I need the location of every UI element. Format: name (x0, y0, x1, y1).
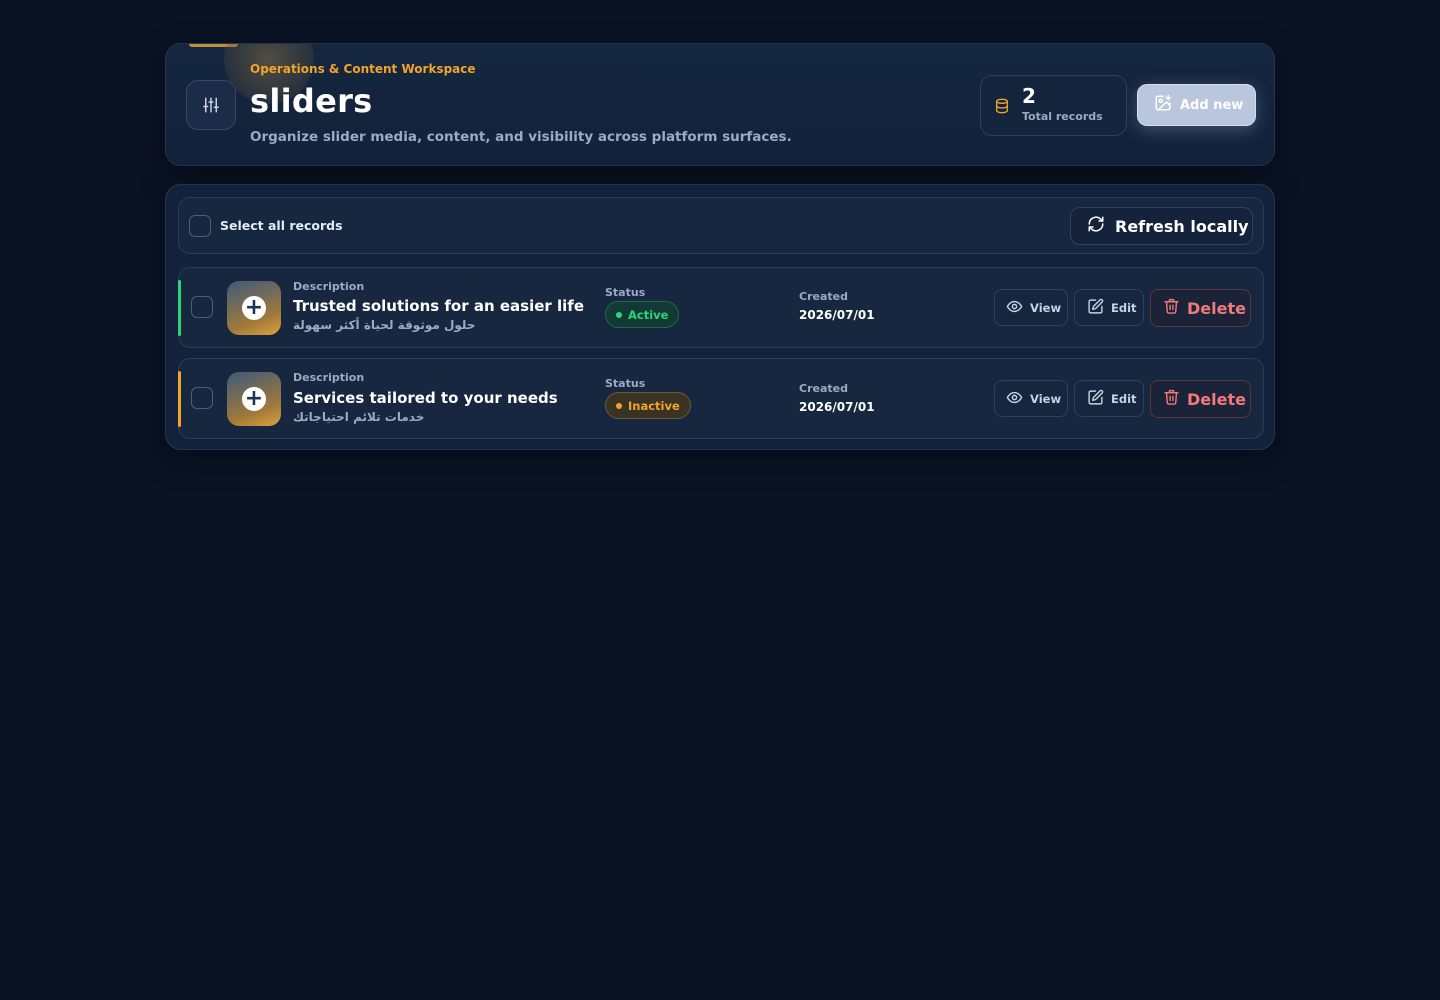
eye-icon (1006, 298, 1023, 318)
view-label: View (1030, 391, 1062, 406)
page-title: sliders (250, 82, 373, 120)
status-dot-icon (616, 402, 622, 409)
slider-thumbnail: + (227, 281, 281, 335)
refresh-icon (1087, 215, 1105, 237)
records-list: Select all records Refresh locally + Des… (165, 184, 1275, 450)
pencil-icon (1087, 298, 1104, 318)
edit-button[interactable]: Edit (1074, 380, 1144, 417)
row-title-arabic: خدمات تلائم احتياجاتك (293, 410, 425, 424)
status-badge: Inactive (605, 392, 691, 419)
select-all-label[interactable]: Select all records (220, 218, 343, 233)
row-title: Trusted solutions for an easier life (293, 297, 585, 315)
refresh-label: Refresh locally (1115, 216, 1249, 236)
status-label: Status (605, 286, 646, 299)
list-toolbar: Select all records Refresh locally (178, 197, 1264, 254)
status-accent-bar (178, 371, 181, 427)
slider-thumbnail: + (227, 372, 281, 426)
edit-label: Edit (1111, 300, 1137, 315)
refresh-button[interactable]: Refresh locally (1070, 207, 1253, 245)
row-checkbox[interactable] (191, 296, 213, 318)
workspace-eyebrow: Operations & Content Workspace (250, 62, 476, 76)
status-badge: Active (605, 301, 680, 328)
sliders-icon (186, 80, 236, 130)
edit-label: Edit (1111, 391, 1137, 406)
pencil-icon (1087, 389, 1104, 409)
status-accent-bar (178, 280, 181, 336)
row-checkbox[interactable] (191, 387, 213, 409)
plus-circle-icon: + (242, 387, 266, 411)
status-text: Inactive (628, 398, 680, 413)
table-row: + Description Services tailored to your … (178, 358, 1264, 439)
created-date: 2026/07/01 (799, 308, 875, 322)
select-all-checkbox[interactable] (189, 215, 211, 237)
page-subtitle: Organize slider media, content, and visi… (250, 129, 792, 145)
page-header: Operations & Content Workspace sliders O… (165, 43, 1275, 166)
row-title: Services tailored to your needs (293, 389, 558, 407)
add-new-button[interactable]: Add new (1137, 84, 1256, 126)
table-row: + Description Trusted solutions for an e… (178, 267, 1264, 348)
total-records-count: 2 (1022, 84, 1036, 108)
database-icon (994, 97, 1010, 119)
description-label: Description (293, 280, 365, 293)
trash-icon (1163, 297, 1180, 319)
add-new-label: Add new (1180, 97, 1244, 113)
created-label: Created (799, 382, 848, 395)
edit-button[interactable]: Edit (1074, 289, 1144, 326)
view-button[interactable]: View (994, 380, 1068, 417)
eye-icon (1006, 389, 1023, 409)
status-dot-icon (616, 311, 622, 318)
view-label: View (1030, 300, 1062, 315)
created-label: Created (799, 290, 848, 303)
trash-icon (1163, 388, 1180, 410)
delete-button[interactable]: Delete (1150, 380, 1251, 418)
delete-label: Delete (1187, 298, 1246, 318)
total-records-stat: 2 Total records (980, 75, 1127, 136)
description-label: Description (293, 371, 365, 384)
status-label: Status (605, 377, 646, 390)
view-button[interactable]: View (994, 289, 1068, 326)
total-records-label: Total records (1022, 110, 1103, 123)
row-title-arabic: حلول موثوقة لحياة أكثر سهولة (293, 318, 476, 332)
image-plus-icon (1154, 94, 1172, 116)
status-text: Active (628, 307, 669, 322)
delete-button[interactable]: Delete (1150, 289, 1251, 327)
plus-circle-icon: + (242, 296, 266, 320)
delete-label: Delete (1187, 389, 1246, 409)
created-date: 2026/07/01 (799, 400, 875, 414)
